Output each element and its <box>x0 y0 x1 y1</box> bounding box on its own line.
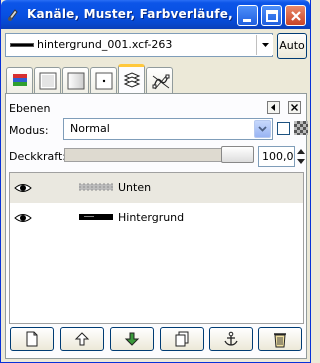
maximize-button[interactable] <box>261 5 282 26</box>
lock-alpha-checkbox[interactable] <box>277 122 290 135</box>
raise-layer-button[interactable] <box>60 327 104 351</box>
layer-row[interactable]: Unten <box>10 173 303 203</box>
trash-icon <box>274 333 286 348</box>
image-selector-value: hintergrund_001.xcf-263 <box>37 38 173 51</box>
gimp-app-icon <box>8 9 18 21</box>
chevron-down-icon <box>258 126 267 132</box>
mode-dropdown-button[interactable] <box>254 120 271 138</box>
spin-arrows-icon <box>297 149 305 164</box>
layers-panel: Ebenen Modus: Normal Deckkraft: 100,0 Un… <box>5 93 308 359</box>
layer-name: Hintergrund <box>118 211 185 224</box>
duplicate-icon <box>175 331 189 347</box>
layer-row[interactable]: Hintergrund <box>10 203 303 233</box>
triangle-left-icon <box>271 104 275 111</box>
minimize-button[interactable] <box>237 5 258 26</box>
alpha-checker-icon <box>294 121 308 135</box>
close-button[interactable] <box>285 5 306 26</box>
pattern-icon <box>39 72 57 90</box>
window-title: Kanäle, Muster, Farbverläufe, ... <box>27 7 252 21</box>
layers-icon <box>123 72 141 88</box>
mode-label: Modus: <box>9 124 49 137</box>
eye-icon[interactable] <box>14 182 32 194</box>
image-selector-dropdown[interactable] <box>256 35 273 55</box>
panel-close-button[interactable] <box>288 101 301 114</box>
arrow-up-icon <box>74 332 90 346</box>
tab-patterns[interactable] <box>34 67 61 93</box>
gradient-icon <box>67 72 85 90</box>
title-bar[interactable]: Kanäle, Muster, Farbverläufe, ... <box>1 0 310 29</box>
brush-dot-icon <box>95 72 113 90</box>
tab-brushes[interactable] <box>90 67 117 93</box>
delete-layer-button[interactable] <box>258 327 302 351</box>
lower-layer-button[interactable] <box>110 327 154 351</box>
layer-thumbnail <box>79 214 113 220</box>
image-thumbnail <box>10 43 34 47</box>
opacity-slider-handle[interactable] <box>221 146 254 163</box>
mode-select[interactable]: Normal <box>63 118 273 140</box>
channels-icon <box>13 74 27 86</box>
opacity-value: 100,0 <box>262 150 294 163</box>
dock-window: Kanäle, Muster, Farbverläufe, ... hinter… <box>0 0 311 363</box>
duplicate-layer-button[interactable] <box>160 327 204 351</box>
anchor-layer-button[interactable] <box>209 327 253 351</box>
maximize-icon <box>266 10 278 22</box>
tab-gradients[interactable] <box>62 67 89 93</box>
mode-value: Normal <box>70 122 110 135</box>
panel-menu-button[interactable] <box>267 101 280 114</box>
new-layer-button[interactable] <box>10 327 54 351</box>
tab-channels[interactable] <box>6 67 33 93</box>
layers-list: Unten Hintergrund <box>9 172 304 324</box>
layer-name: Unten <box>118 181 152 194</box>
opacity-spin-buttons[interactable] <box>295 146 307 167</box>
layer-thumbnail <box>79 183 113 191</box>
opacity-label: Deckkraft: <box>9 150 66 163</box>
close-icon <box>291 11 301 21</box>
chevron-down-icon <box>262 43 269 47</box>
new-document-icon <box>26 331 38 347</box>
tab-paths[interactable] <box>146 67 173 93</box>
anchor-icon <box>224 331 238 346</box>
arrow-down-icon <box>124 332 140 346</box>
eye-icon[interactable] <box>14 212 32 224</box>
auto-button[interactable]: Auto <box>277 33 307 59</box>
close-icon <box>291 104 298 111</box>
image-selector[interactable]: hintergrund_001.xcf-263 <box>5 33 273 57</box>
panel-title: Ebenen <box>9 102 51 115</box>
paths-icon <box>152 74 170 90</box>
minimize-icon <box>243 19 251 22</box>
tab-layers[interactable] <box>118 64 145 94</box>
opacity-input[interactable]: 100,0 <box>258 146 295 167</box>
